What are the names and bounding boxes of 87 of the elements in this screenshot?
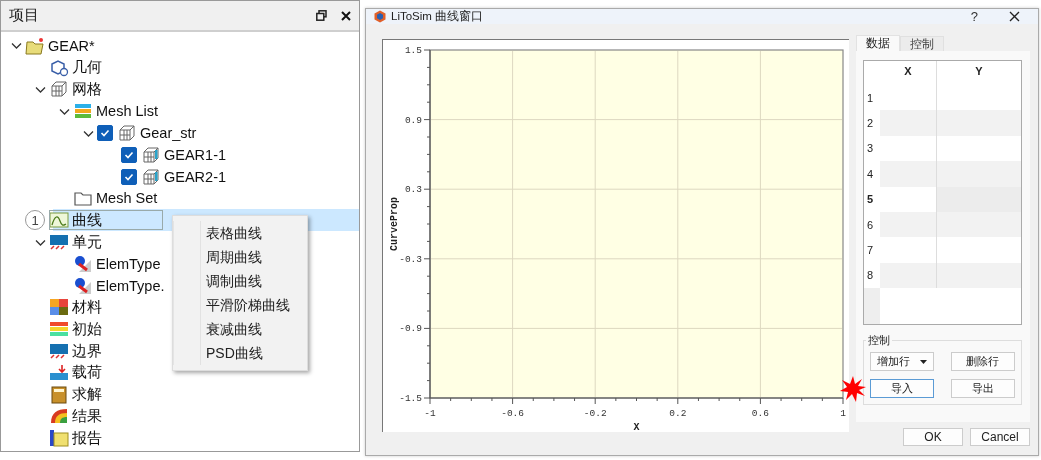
mesh-cube-icon xyxy=(141,167,161,186)
close-icon[interactable] xyxy=(1009,11,1020,22)
tree-item[interactable]: 载荷 xyxy=(49,362,106,383)
axis-label: X xyxy=(633,422,640,430)
action-button[interactable]: 导出 xyxy=(950,379,1015,398)
action-button[interactable]: 增加行 xyxy=(870,352,934,371)
table-cell[interactable] xyxy=(937,262,1021,289)
tick-label: 0.2 xyxy=(669,408,687,419)
tick-label: -0.3 xyxy=(399,253,422,265)
tree-item[interactable]: ElemType xyxy=(73,253,165,274)
tick-label: 1 xyxy=(840,408,846,419)
tree-item[interactable]: 网格 xyxy=(49,79,106,100)
caret-icon xyxy=(920,359,927,364)
tick-label: 0.6 xyxy=(751,408,769,419)
tick-label: -0.9 xyxy=(399,323,422,335)
mesh-cube-icon xyxy=(117,124,137,143)
dialog-button[interactable]: OK xyxy=(903,428,963,446)
tree-item[interactable]: ElemType. xyxy=(73,275,169,296)
action-button[interactable]: 删除行 xyxy=(950,352,1015,371)
tick-label: 0.9 xyxy=(404,114,422,126)
tick-label: -0.6 xyxy=(501,408,524,419)
table-cell[interactable] xyxy=(937,211,1021,238)
pin-icon xyxy=(73,276,93,295)
layers-icon xyxy=(73,102,93,121)
checkbox[interactable] xyxy=(97,125,113,142)
pin-icon xyxy=(73,254,93,273)
load-icon xyxy=(49,363,69,382)
window-title: LiToSim 曲线窗口 xyxy=(391,9,484,24)
app-logo-icon xyxy=(374,10,386,23)
dialog-button[interactable]: Cancel xyxy=(970,428,1030,446)
curve-icon xyxy=(49,211,69,230)
tree-item[interactable]: Mesh List xyxy=(73,101,163,122)
tick-label: -1.5 xyxy=(399,393,422,404)
tree-item[interactable]: Gear_str xyxy=(117,123,201,144)
table-cell[interactable] xyxy=(937,186,1021,212)
table-cell[interactable] xyxy=(880,110,937,136)
table-cell[interactable] xyxy=(880,211,937,238)
table-cell[interactable] xyxy=(937,110,1021,136)
grid-icon xyxy=(49,298,69,317)
checkmark-icon xyxy=(100,128,110,139)
tree-item[interactable]: 曲线 xyxy=(49,210,163,231)
tree-item[interactable]: 单元 xyxy=(49,232,106,253)
action-button[interactable]: 导入 xyxy=(870,379,934,398)
checkbox[interactable] xyxy=(121,168,137,185)
folder-icon xyxy=(25,36,45,55)
tree-item[interactable]: 求解 xyxy=(49,384,106,405)
tree-item[interactable]: 初始 xyxy=(49,319,106,340)
tree-item[interactable]: GEAR* xyxy=(25,35,99,56)
tick-label: -0.2 xyxy=(583,408,607,419)
checkbox[interactable] xyxy=(121,146,137,163)
table-cell[interactable] xyxy=(880,161,937,187)
tree-item[interactable]: GEAR1-1 xyxy=(141,144,231,165)
table-cell[interactable] xyxy=(937,161,1021,187)
row-header xyxy=(864,288,880,324)
tab[interactable]: 控制 xyxy=(900,36,944,51)
chevron-icon[interactable] xyxy=(34,84,46,95)
tree-item[interactable]: 报告 xyxy=(49,428,106,449)
panel-title: 项目 xyxy=(9,6,39,25)
tree-item[interactable]: 几何 xyxy=(49,57,106,78)
tree-item[interactable]: 边界 xyxy=(49,341,106,362)
contour-icon xyxy=(49,407,69,426)
calculator-icon xyxy=(49,385,69,404)
tab[interactable]: 数据 xyxy=(856,35,900,51)
mesh-cube-icon xyxy=(141,145,161,164)
close-icon[interactable] xyxy=(341,10,351,21)
stripes-icon xyxy=(49,320,69,339)
axis-label: CurveProp xyxy=(389,197,400,251)
boundary-icon xyxy=(49,233,69,252)
help-button[interactable]: ? xyxy=(970,9,978,24)
tick-label: 0.3 xyxy=(404,184,422,196)
tree-item[interactable]: 结果 xyxy=(49,406,106,427)
float-icon[interactable] xyxy=(316,10,327,21)
checkmark-icon xyxy=(124,171,134,182)
chevron-icon[interactable] xyxy=(10,40,22,52)
table-cell[interactable] xyxy=(880,262,937,289)
column-header: Y xyxy=(974,64,984,79)
boundary-icon xyxy=(49,342,69,361)
step-marker: 1 xyxy=(25,210,45,231)
report-icon xyxy=(49,429,69,448)
mesh-cube-icon xyxy=(49,80,69,99)
tree-item[interactable]: 材料 xyxy=(49,297,106,318)
tree-item[interactable]: GEAR2-1 xyxy=(141,166,231,187)
group-title: 控制 xyxy=(867,333,891,348)
tick-label: -1 xyxy=(424,408,436,419)
checkmark-icon xyxy=(124,149,134,160)
tick-label: 1.5 xyxy=(404,45,422,56)
tree-item[interactable]: Mesh Set xyxy=(73,188,162,209)
